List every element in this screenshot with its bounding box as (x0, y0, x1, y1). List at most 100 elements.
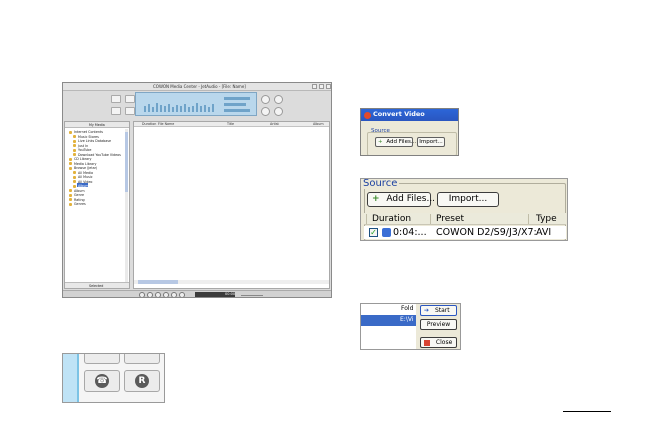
column-separator (430, 214, 431, 224)
folder-icon (73, 184, 76, 188)
transport-bar: 00:00 (63, 290, 331, 297)
convert-video-window: Convert Video Source + Add Files... Impo… (360, 108, 459, 156)
play-button[interactable] (155, 292, 161, 297)
add-button[interactable] (111, 107, 121, 115)
tree-item[interactable]: Album (78, 184, 89, 188)
column-header[interactable]: Duration (372, 213, 411, 225)
import-button[interactable]: Import... (417, 137, 445, 147)
list-scroll-thumb[interactable] (138, 280, 178, 284)
start-button[interactable]: ➔ Start (420, 305, 457, 316)
record-button[interactable] (261, 107, 270, 116)
preview-button[interactable]: Preview (420, 319, 457, 330)
delete-button[interactable] (125, 107, 135, 115)
tree-item[interactable]: YouTube (78, 148, 91, 152)
folder-icon (73, 153, 76, 156)
tree-item[interactable]: All Media (78, 171, 93, 175)
volume-slider[interactable] (241, 295, 263, 296)
app-icon (364, 112, 371, 119)
mode-button[interactable] (125, 95, 135, 103)
add-files-button[interactable]: + Add Files... (367, 192, 435, 207)
eq-bar (188, 107, 190, 112)
maximize-button[interactable] (319, 84, 324, 89)
display-readout (224, 97, 250, 100)
file-grid-header: Duration Preset Type (364, 213, 566, 225)
close-icon (424, 339, 430, 346)
pause-button[interactable] (163, 292, 169, 297)
add-files-label: Add Files... (386, 194, 436, 204)
column-header[interactable]: Duration (142, 122, 156, 126)
eject-button[interactable] (179, 292, 185, 297)
tree-item[interactable]: Rating (74, 198, 85, 202)
r-button[interactable]: R (124, 370, 160, 392)
tree-item[interactable]: Music Stores (78, 135, 99, 139)
close-button[interactable] (326, 84, 331, 89)
tree-header: My Media (65, 122, 129, 128)
tree-item[interactable]: Media Library (74, 162, 96, 166)
close-button[interactable]: Close (420, 337, 457, 348)
eq-bar (176, 105, 178, 112)
convert-title: Convert Video (373, 110, 425, 118)
eq-bar (168, 104, 170, 112)
minimize-button[interactable] (312, 84, 317, 89)
top-left-button[interactable] (84, 354, 120, 364)
remote-buttons-crop: ☎ R (62, 353, 165, 403)
eq-bar (184, 104, 186, 112)
prev-button[interactable] (139, 292, 145, 297)
window-title: COWON Media Center - JetAudio - [File: N… (153, 84, 246, 89)
tree-item[interactable]: Genres (74, 202, 86, 206)
tree-item[interactable]: Live Links Database (78, 139, 111, 143)
folder-icon (73, 180, 76, 183)
folder-column: Fold (401, 305, 414, 312)
file-list-fragment: Fold (361, 304, 416, 349)
tree-footer: Selected (65, 282, 129, 288)
tree-item[interactable]: Download YouTube Videos (78, 153, 121, 157)
import-button[interactable]: Import... (437, 192, 499, 207)
next-button[interactable] (171, 292, 177, 297)
folder-icon (69, 202, 72, 206)
selected-row[interactable]: E:\Vi (361, 315, 416, 326)
folder-icon (73, 175, 76, 179)
folder-icon (69, 193, 72, 197)
tree-scroll-thumb[interactable] (125, 132, 128, 192)
column-header[interactable]: Album (313, 122, 324, 126)
tree-item[interactable]: Internet Contents (74, 130, 103, 134)
source-panel-zoom: Source + Add Files... Import... Duration… (360, 178, 568, 241)
display-readout (224, 109, 250, 112)
row-preset: COWON D2/S9/J3/X7: (436, 227, 537, 238)
stop-button[interactable] (147, 292, 153, 297)
view-mode-button[interactable] (111, 95, 121, 103)
column-header[interactable]: Type (536, 213, 557, 225)
options-button[interactable] (274, 95, 283, 104)
tree-item[interactable]: CD Library (74, 157, 91, 161)
list-header: Duration File Name Title Artist Album (134, 122, 329, 127)
settings-button[interactable] (261, 95, 270, 104)
repeat-button[interactable] (274, 107, 283, 116)
folder-icon (69, 189, 72, 192)
source-label: Source (363, 178, 400, 189)
column-header[interactable]: Preset (436, 213, 464, 225)
eq-bar (148, 104, 150, 112)
tree-item[interactable]: Browse (Jetar) (74, 166, 97, 170)
media-tree: My Media Selected Internet Contents Music… (64, 121, 130, 289)
phone-button[interactable]: ☎ (84, 370, 120, 392)
top-right-button[interactable] (124, 354, 160, 364)
column-header[interactable]: Title (227, 122, 234, 126)
column-header[interactable]: File Name (158, 122, 174, 126)
tree-item[interactable]: Just In (78, 144, 88, 148)
r-icon: R (135, 374, 149, 388)
row-checkbox[interactable]: ✓ (369, 228, 378, 237)
folder-icon (69, 162, 72, 165)
plus-icon: + (372, 194, 380, 204)
selected-row-text: E:\Vi (400, 316, 414, 323)
eq-bar (204, 105, 206, 112)
file-row[interactable]: ✓ 0:04:... COWON D2/S9/J3/X7: AVI (364, 226, 566, 239)
eq-bar (192, 106, 194, 112)
tree-item[interactable]: All Music (78, 175, 93, 179)
tree-item[interactable]: Album (74, 189, 85, 193)
column-header[interactable]: Artist (270, 122, 279, 126)
tree-header-label: My Media (89, 123, 105, 127)
tree-item[interactable]: All Video (78, 180, 92, 184)
tree-item[interactable]: Genre (74, 193, 84, 197)
column-separator (366, 214, 367, 224)
add-files-button[interactable]: + Add Files... (375, 137, 416, 147)
